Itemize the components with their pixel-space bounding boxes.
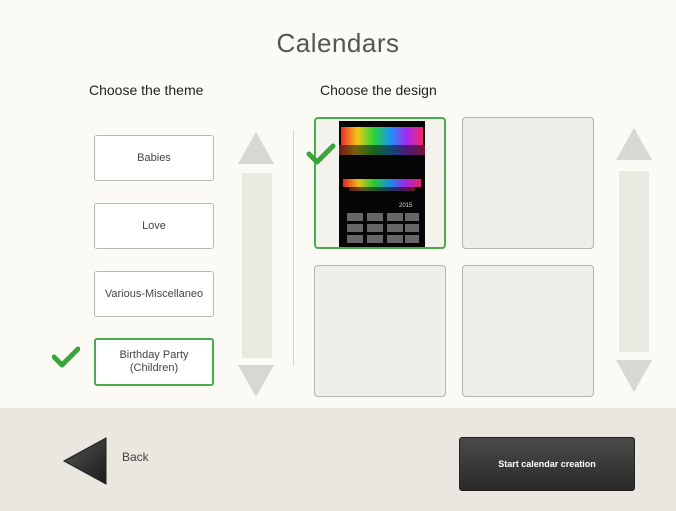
theme-button-various[interactable]: Various-Miscellaneo	[94, 271, 214, 317]
design-selected-checkmark-icon	[306, 143, 336, 165]
design-scroll-up-icon[interactable]	[614, 125, 654, 163]
theme-scrollbar-track[interactable]	[242, 173, 272, 358]
theme-selected-checkmark-icon	[52, 346, 80, 368]
theme-button-birthday-party[interactable]: Birthday Party (Children)	[94, 338, 214, 386]
thumbnail-year: 2015	[399, 203, 413, 209]
design-scroll-down-icon[interactable]	[614, 357, 654, 395]
design-option-4[interactable]	[462, 265, 594, 397]
design-option-1[interactable]: 2015	[314, 117, 446, 249]
theme-column-header: Choose the theme	[89, 82, 204, 98]
design-thumbnail: 2015	[339, 121, 425, 247]
design-option-3[interactable]	[314, 265, 446, 397]
theme-scroll-up-icon[interactable]	[236, 129, 276, 167]
theme-button-love[interactable]: Love	[94, 203, 214, 249]
design-column-header: Choose the design	[320, 82, 437, 98]
page-title: Calendars	[276, 28, 400, 58]
back-button-label[interactable]: Back	[122, 450, 149, 464]
theme-button-babies[interactable]: Babies	[94, 135, 214, 181]
column-divider	[293, 130, 294, 366]
back-arrow-icon[interactable]	[62, 436, 110, 486]
start-calendar-creation-button[interactable]: Start calendar creation	[459, 437, 635, 491]
design-scrollbar-track[interactable]	[619, 171, 649, 352]
calendar-design-preview: 2015	[339, 121, 425, 247]
design-option-2[interactable]	[462, 117, 594, 249]
theme-scroll-down-icon[interactable]	[236, 362, 276, 400]
